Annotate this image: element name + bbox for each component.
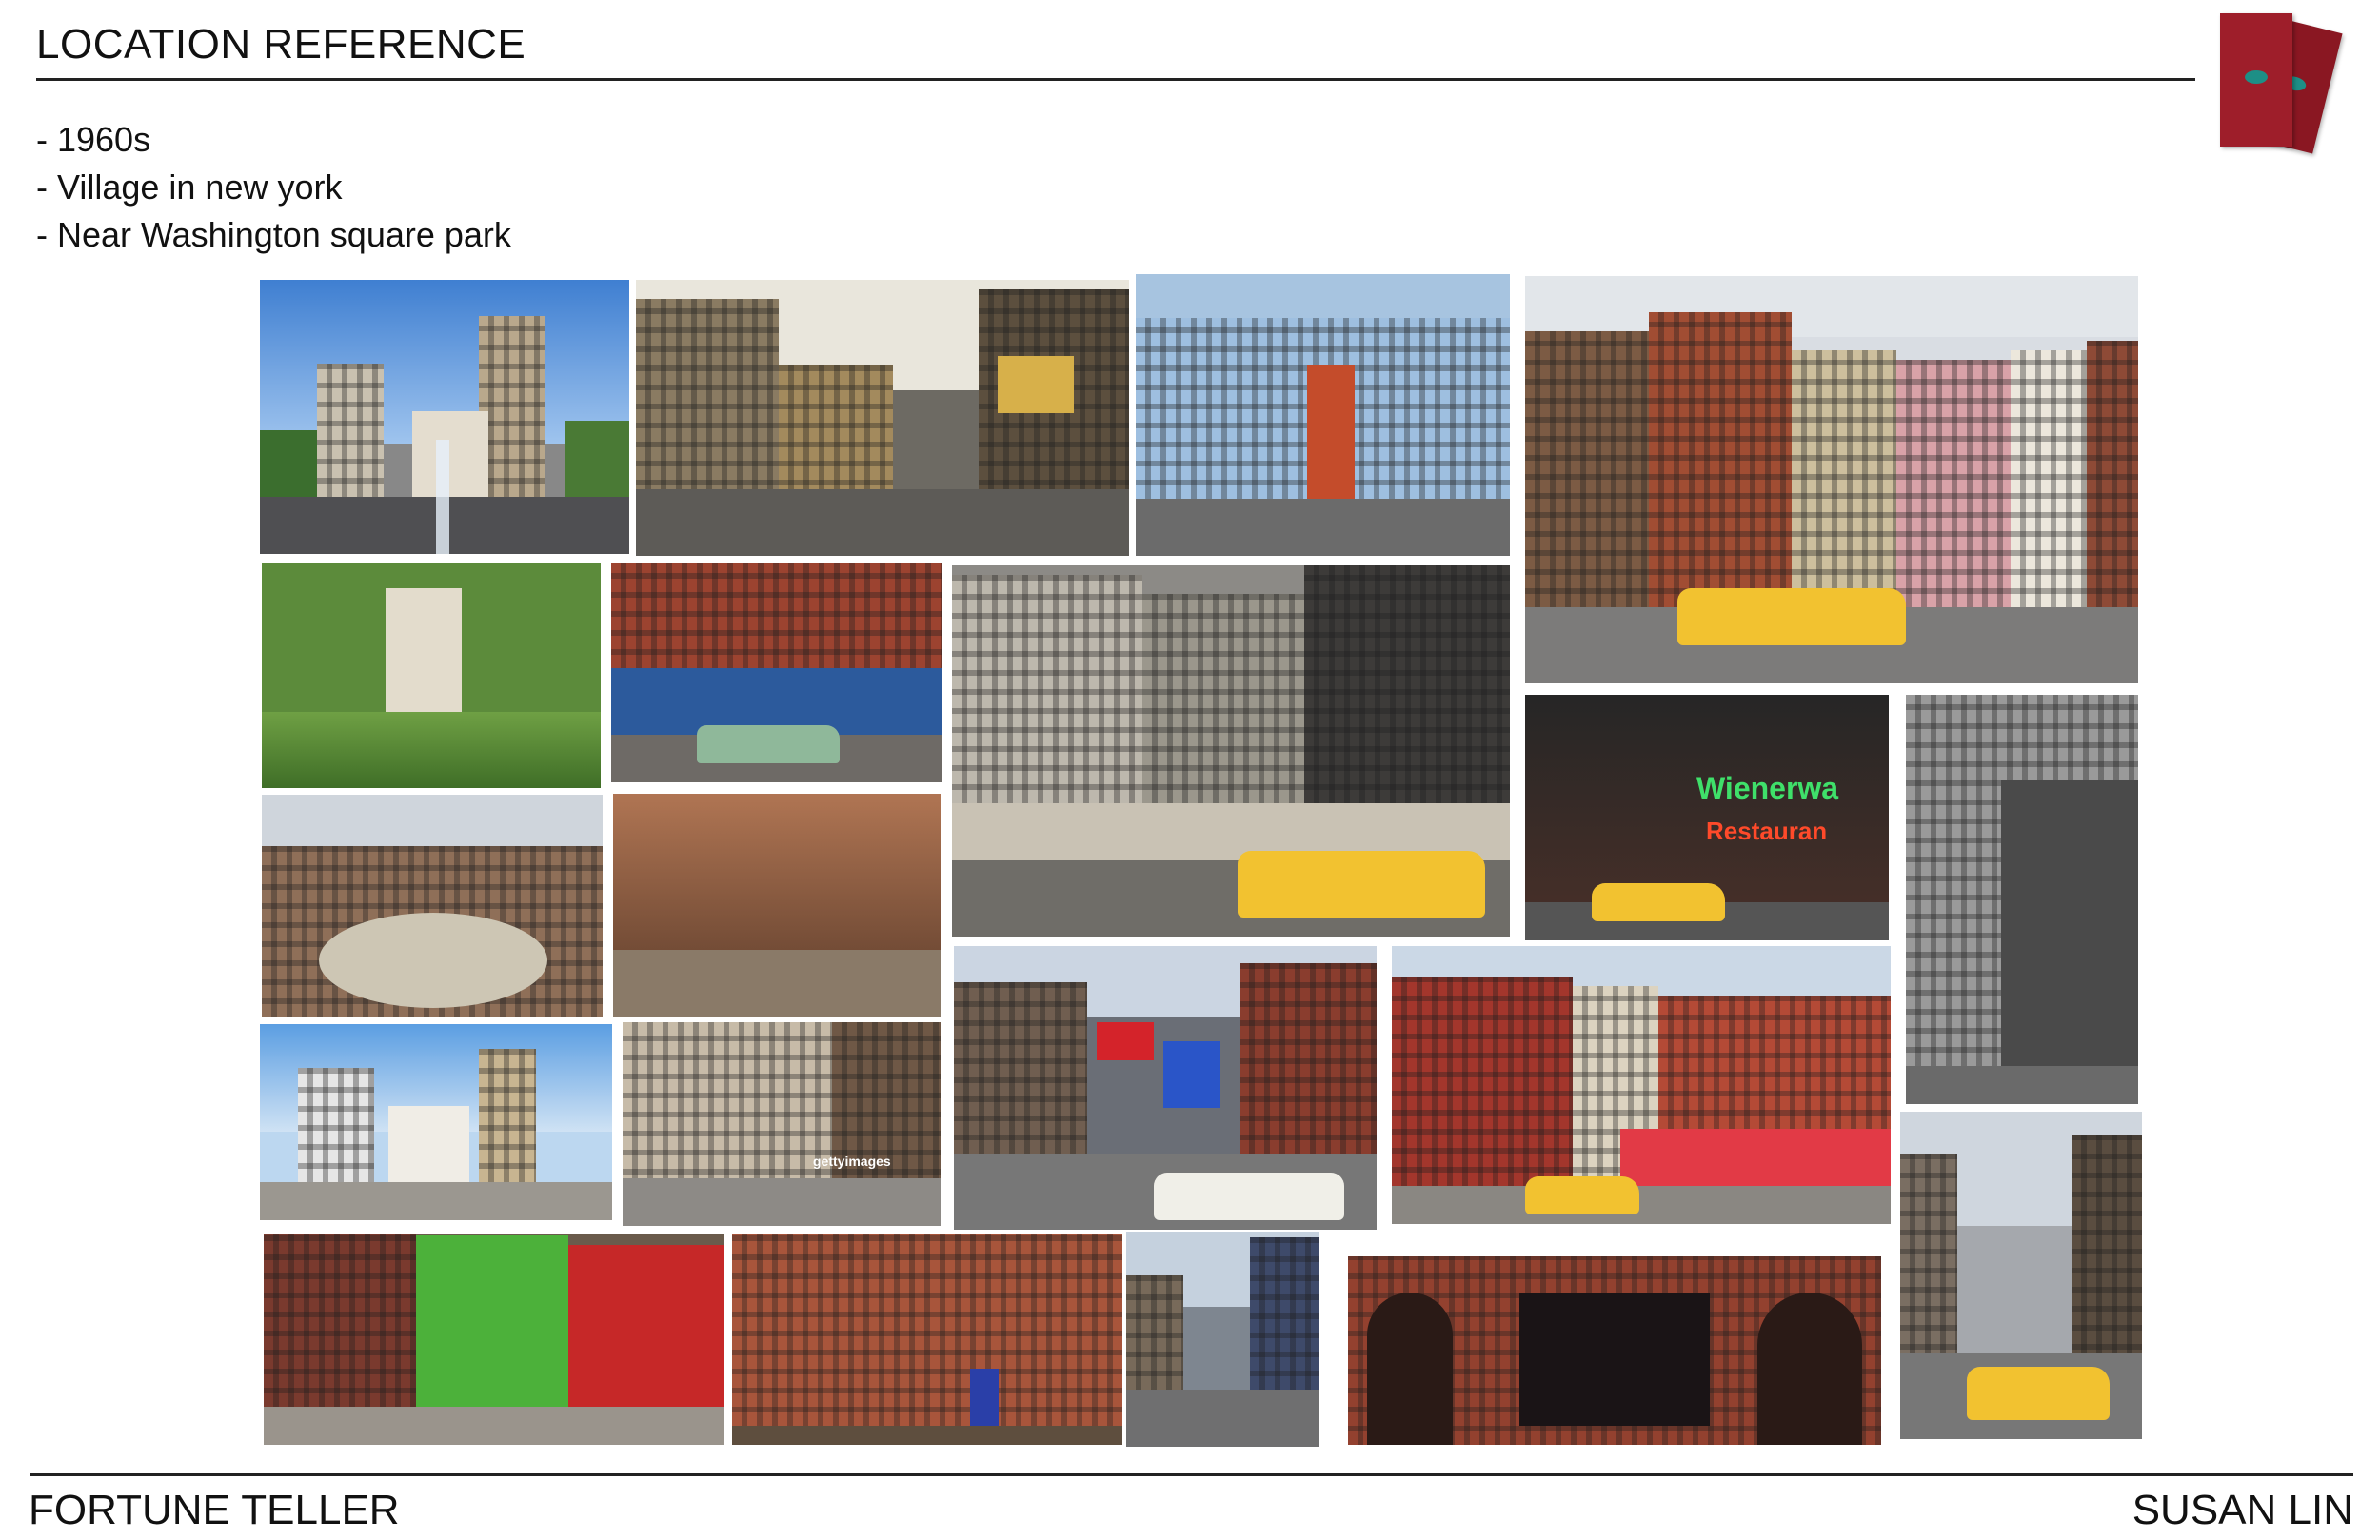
stonewall-inn-facade-photo	[1348, 1256, 1881, 1445]
brick-storefront-green-car-photo	[611, 563, 942, 782]
page-title: LOCATION REFERENCE	[36, 21, 526, 68]
author-name: SUSAN LIN	[2132, 1487, 2353, 1533]
manhattan-avenue-yellow-cab-photo	[1900, 1112, 2142, 1439]
tree-lined-village-street-photo	[613, 794, 941, 1017]
washington-square-park-crowd-photo	[262, 563, 601, 788]
eye-icon	[2245, 70, 2268, 84]
black-white-storefront-photo	[1906, 695, 2138, 1104]
admiral-sign-street-photo	[1126, 1232, 1319, 1447]
title-divider	[36, 78, 2195, 81]
note-neighborhood: - Village in new york	[36, 168, 343, 207]
washington-square-aerial-photo	[262, 795, 603, 1017]
colorful-shops-sidewalk-photo	[264, 1234, 724, 1445]
washington-square-arch-day-photo	[260, 1024, 612, 1220]
location-notes: - 1960s - Village in new york - Near Was…	[36, 116, 511, 259]
footer-divider	[30, 1473, 2353, 1476]
red-brick-corner-cafe-taxi-photo	[1392, 946, 1891, 1224]
brownstone-row-houses-photo: gettyimages	[623, 1022, 941, 1226]
village-street-yellow-cab-photo	[1525, 276, 2138, 683]
midtown-storefronts-taxi-photo	[952, 565, 1510, 937]
wienerwald-restaurant-street-photo: Wienerwa Restauran	[1525, 695, 1889, 940]
front-card-icon	[2220, 13, 2292, 147]
washington-square-arch-fountain-photo	[260, 280, 629, 554]
note-landmark: - Near Washington square park	[36, 215, 511, 254]
project-title: FORTUNE TELLER	[29, 1487, 400, 1533]
tarot-cards-eye-icon	[2216, 10, 2369, 162]
note-era: - 1960s	[36, 120, 151, 159]
red-brick-townhouses-photo	[732, 1234, 1122, 1445]
blue-building-fire-escapes-photo	[1136, 274, 1510, 556]
times-square-coca-cola-traffic-photo	[954, 946, 1377, 1230]
times-square-vintage-street-photo	[636, 280, 1129, 556]
